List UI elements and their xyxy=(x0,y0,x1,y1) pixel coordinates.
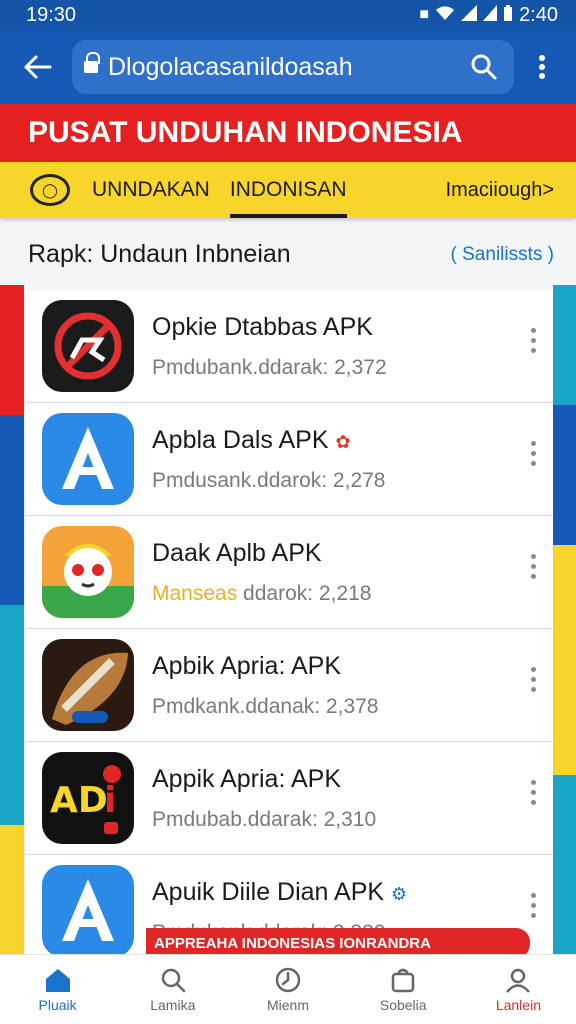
signal-icon xyxy=(461,4,478,26)
search-button[interactable] xyxy=(466,49,502,85)
brand-logo-icon[interactable]: ◯ xyxy=(30,174,70,206)
app-name: Appik Apria: APK xyxy=(152,764,342,793)
tab-indonisan[interactable]: INDONISAN xyxy=(229,162,347,218)
right-stripe-teal xyxy=(553,285,576,405)
nav-more-link[interactable]: Imaciiough> xyxy=(446,179,554,202)
a-letter-icon xyxy=(42,413,134,505)
right-stripe-teal-2 xyxy=(553,775,576,955)
bottom-nav-history[interactable]: Mienm xyxy=(230,955,345,1024)
bottom-nav-store[interactable]: Sobelia xyxy=(346,955,461,1024)
bottom-nav: Pluaik Lamika Mienm Sobelia Lanlein xyxy=(0,954,576,1024)
tab-label: UNNDAKAN xyxy=(92,178,210,201)
app-downloads: Pmdubank.ddarak: 2,372 xyxy=(152,355,387,379)
left-stripe-yellow xyxy=(0,825,24,955)
list-item[interactable]: Apbla Dals APK ✿ Pmdusank.ddarok: 2,278 xyxy=(26,403,553,516)
bottom-nav-label: Pluaik xyxy=(38,996,77,1013)
bottom-nav-label: Mienm xyxy=(267,996,310,1013)
app-bar: Dlogolacasanildoasah xyxy=(0,30,576,104)
battery-text: 2:40 xyxy=(519,3,558,26)
app-name: Daak Aplb APK xyxy=(152,538,322,567)
tab-unndakan[interactable]: UNNDAKAN xyxy=(92,162,210,218)
app-name: Opkie Dtabbas APK xyxy=(152,312,373,341)
home-icon xyxy=(45,968,70,992)
bottom-nav-home[interactable]: Pluaik xyxy=(0,955,115,1024)
clock-icon xyxy=(275,967,301,992)
more-vertical-icon[interactable] xyxy=(527,667,539,692)
app-name: Apuik Diile Dian APK ⚙ xyxy=(152,877,408,906)
app-downloads: Pmdusank.ddarok: 2,278 xyxy=(152,468,386,492)
search-icon xyxy=(471,54,497,80)
promo-text: APPREAHA INDONESIAS IONRANDRA xyxy=(154,934,431,952)
svg-text:AD: AD xyxy=(50,780,108,821)
lock-icon xyxy=(84,52,100,75)
right-stripe-blue xyxy=(553,405,576,545)
more-vertical-icon[interactable] xyxy=(527,893,539,918)
adi-icon: AD i xyxy=(42,752,134,844)
page-banner: PUSAT UNDUHAN INDONESIA xyxy=(0,104,576,162)
url-text: Dlogolacasanildoasah xyxy=(108,52,353,81)
search-icon xyxy=(161,968,186,992)
left-stripe-blue xyxy=(0,415,24,605)
bottom-nav-label: Lanlein xyxy=(495,996,541,1013)
banner-title: PUSAT UNDUHAN INDONESIA xyxy=(28,116,463,149)
flower-icon: ✿ xyxy=(335,431,351,452)
section-see-all-link[interactable]: ( Sanilissts ) xyxy=(451,244,554,266)
list-item[interactable]: Opkie Dtabbas APK Pmdubank.ddarak: 2,372 xyxy=(26,290,553,403)
back-arrow-icon xyxy=(24,55,52,79)
section-title: Rapk: Undaun Inbneian xyxy=(28,240,291,268)
overflow-menu-button[interactable] xyxy=(522,43,562,91)
app-name: Apbla Dals APK ✿ xyxy=(152,425,351,454)
right-stripe-yellow xyxy=(553,545,576,775)
profile-icon xyxy=(506,968,531,993)
url-field[interactable]: Dlogolacasanildoasah xyxy=(72,40,514,94)
signal-icon-2 xyxy=(483,4,498,26)
list-item[interactable]: Apbik Apria: APK Pmdkank.ddanak: 2,378 xyxy=(26,629,553,742)
list-item[interactable]: AD i Appik Apria: APK Pmdubab.ddarak: 2,3… xyxy=(26,742,553,855)
bag-icon xyxy=(391,968,415,992)
section-header: Rapk: Undaun Inbneian ( Sanilissts ) xyxy=(28,240,554,269)
more-vertical-icon[interactable] xyxy=(527,554,539,579)
more-vertical-icon xyxy=(539,55,545,79)
svg-text:i: i xyxy=(104,780,116,821)
bottom-nav-search[interactable]: Lamika xyxy=(115,955,230,1024)
cartoon-face-icon xyxy=(42,526,134,618)
bottom-nav-label: Sobelia xyxy=(379,996,427,1013)
a-letter-icon xyxy=(42,865,134,957)
status-icons: ■ 2:40 xyxy=(419,4,558,27)
app-downloads: Manseas ddarok: 2,218 xyxy=(152,581,372,605)
alarm-icon: ■ xyxy=(419,6,430,23)
left-stripe-teal xyxy=(0,605,24,825)
bottom-nav-label: Lamika xyxy=(150,996,196,1013)
back-button[interactable] xyxy=(14,43,62,91)
wifi-icon xyxy=(435,5,455,26)
tab-label: INDONISAN xyxy=(229,178,347,201)
more-vertical-icon[interactable] xyxy=(527,441,539,466)
status-time: 19:30 xyxy=(26,3,77,26)
app-list: Opkie Dtabbas APK Pmdubank.ddarak: 2,372… xyxy=(26,290,553,968)
no-entry-icon xyxy=(42,300,134,392)
app-name: Apbik Apria: APK xyxy=(152,651,342,680)
app-downloads: Pmdubab.ddarak: 2,310 xyxy=(152,807,377,831)
more-vertical-icon[interactable] xyxy=(527,328,539,353)
category-nav: ◯ UNNDAKAN INDONISAN Imaciiough> xyxy=(0,162,576,218)
more-vertical-icon[interactable] xyxy=(527,780,539,805)
left-stripe-red xyxy=(0,285,24,415)
app-downloads: Pmdkank.ddanak: 2,378 xyxy=(152,694,379,718)
brush-icon xyxy=(42,639,134,731)
status-bar: 19:30 ■ 2:40 xyxy=(0,0,576,30)
gear-icon: ⚙ xyxy=(391,883,408,904)
battery-icon xyxy=(503,4,513,26)
list-item[interactable]: Daak Aplb APK Manseas ddarok: 2,218 xyxy=(26,516,553,629)
bottom-nav-profile[interactable]: Lanlein xyxy=(461,955,576,1024)
